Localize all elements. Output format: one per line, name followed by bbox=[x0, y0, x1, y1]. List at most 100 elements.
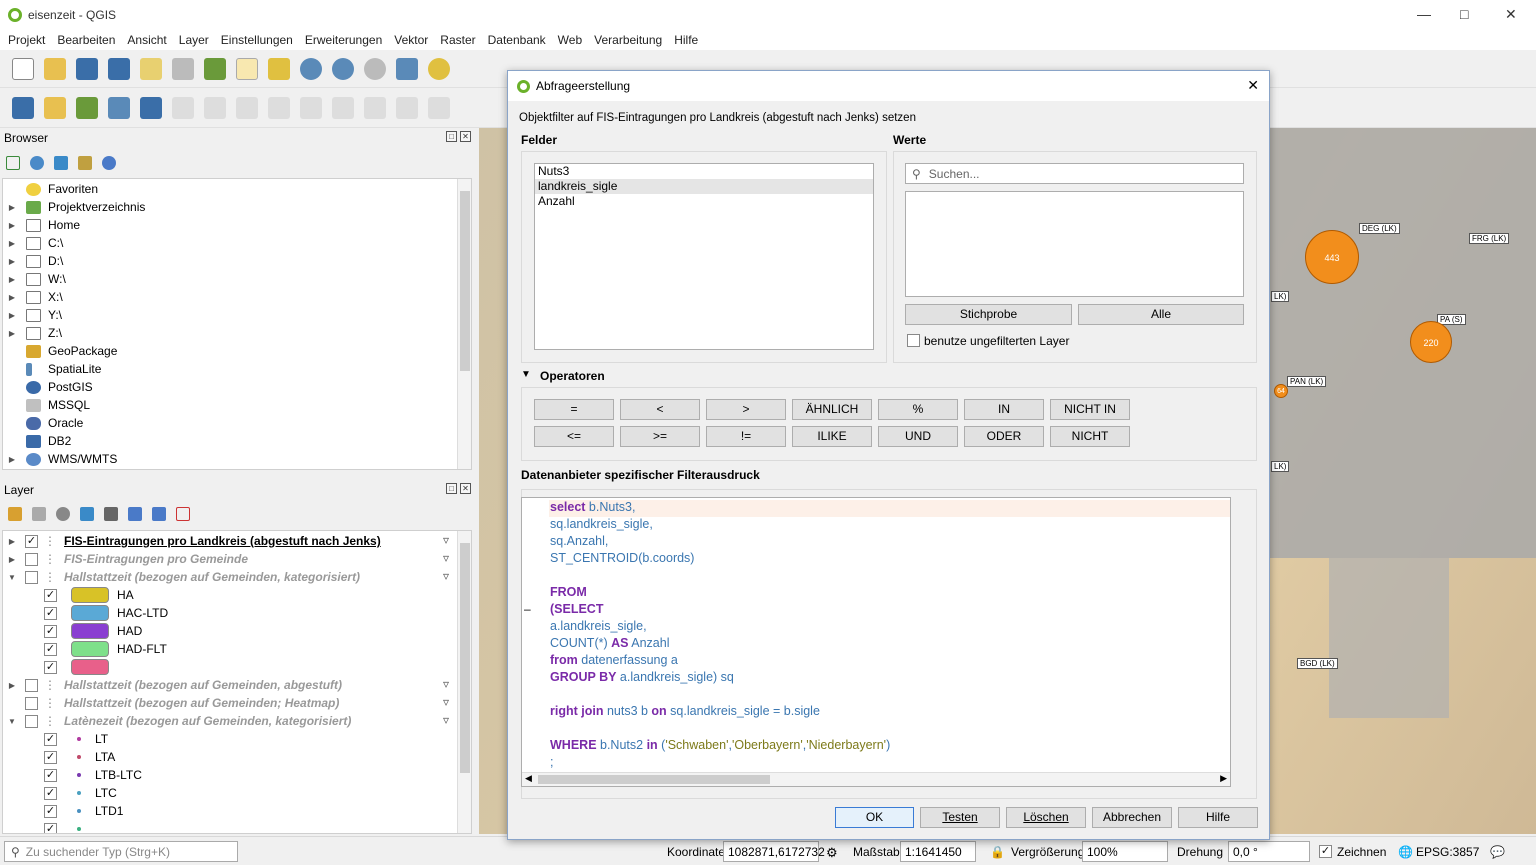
style-manager-icon[interactable] bbox=[204, 57, 226, 80]
zoom-native-icon[interactable] bbox=[364, 57, 386, 80]
ok-button[interactable]: OK bbox=[835, 807, 914, 828]
zoom-in-icon[interactable] bbox=[300, 57, 322, 80]
open-project-icon[interactable] bbox=[44, 57, 66, 80]
expand-arrow-icon[interactable]: ▶ bbox=[7, 681, 17, 690]
menu-ansicht[interactable]: Ansicht bbox=[121, 33, 172, 47]
zoom-out-icon[interactable] bbox=[332, 57, 354, 80]
close-icon[interactable]: ✕ bbox=[1505, 6, 1517, 23]
legend-checkbox[interactable]: ✓ bbox=[44, 750, 57, 764]
browser-item-projektverzeichnis[interactable]: ▶ Projektverzeichnis bbox=[3, 198, 145, 216]
expand-arrow-icon[interactable]: ▶ bbox=[7, 555, 17, 564]
save-project-icon[interactable] bbox=[76, 57, 98, 80]
layout-icon[interactable] bbox=[140, 57, 162, 80]
browser-item-z[interactable]: ▶ Z:\ bbox=[3, 324, 62, 342]
expand-arrow-icon[interactable]: ▶ bbox=[7, 537, 17, 546]
legend-checkbox[interactable]: ✓ bbox=[44, 804, 57, 818]
database-icon[interactable] bbox=[140, 96, 162, 119]
collapse-all-icon[interactable] bbox=[78, 156, 92, 170]
delete-icon[interactable] bbox=[364, 96, 386, 119]
expand-all-icon[interactable] bbox=[128, 507, 142, 521]
legend-checkbox[interactable]: ✓ bbox=[44, 606, 57, 620]
op-not-in-button[interactable]: NICHT IN bbox=[1050, 399, 1130, 420]
remove-layer-icon[interactable] bbox=[176, 507, 190, 521]
legend-item[interactable]: ✓ LTB-LTC bbox=[3, 766, 142, 784]
lock-icon[interactable]: 🔒 bbox=[990, 845, 1005, 859]
digitize-icon[interactable] bbox=[108, 96, 130, 119]
op-and-button[interactable]: UND bbox=[878, 426, 958, 447]
hscroll-thumb[interactable] bbox=[538, 775, 770, 784]
op-greater-button[interactable]: > bbox=[706, 399, 786, 420]
menu-raster[interactable]: Raster bbox=[434, 33, 481, 47]
browser-item-oracle[interactable]: Oracle bbox=[3, 414, 83, 432]
expand-arrow-icon[interactable]: ▶ bbox=[7, 455, 17, 464]
layer-checkbox[interactable] bbox=[25, 552, 38, 566]
field-item[interactable]: Nuts3 bbox=[535, 164, 873, 179]
rotation-field[interactable]: 0,0 ° bbox=[1228, 841, 1310, 862]
layer-row[interactable]: ▶ ⋮ FIS-Eintragungen pro Gemeinde bbox=[3, 550, 248, 568]
browser-item-wms[interactable]: ▶ WMS/WMTS bbox=[3, 450, 117, 468]
operators-collapse-icon[interactable]: ▼ bbox=[521, 369, 531, 380]
save-edits-icon[interactable] bbox=[236, 96, 258, 119]
expand-arrow-icon[interactable]: ▶ bbox=[7, 311, 17, 320]
new-project-icon[interactable] bbox=[12, 57, 34, 80]
op-greater-equal-button[interactable]: >= bbox=[620, 426, 700, 447]
sample-button[interactable]: Stichprobe bbox=[905, 304, 1072, 325]
menu-datenbank[interactable]: Datenbank bbox=[482, 33, 552, 47]
layer-checkbox[interactable] bbox=[25, 714, 38, 728]
locator-search[interactable]: ⚲ Zu suchender Typ (Strg+K) bbox=[4, 841, 238, 862]
browser-item-c[interactable]: ▶ C:\ bbox=[3, 234, 63, 252]
expression-filter-icon[interactable] bbox=[104, 507, 118, 521]
test-button[interactable]: Testen bbox=[920, 807, 1000, 828]
op-less-equal-button[interactable]: <= bbox=[534, 426, 614, 447]
browser-item-db2[interactable]: DB2 bbox=[3, 432, 71, 450]
maximize-icon[interactable]: □ bbox=[1460, 6, 1468, 22]
filter-icon[interactable]: ▿ bbox=[443, 569, 449, 583]
filter-icon[interactable]: ▿ bbox=[443, 551, 449, 565]
browser-item-favoriten[interactable]: Favoriten bbox=[3, 180, 98, 198]
filter-icon[interactable]: ▿ bbox=[443, 533, 449, 547]
coordinate-field[interactable]: 1082871,6172732 bbox=[723, 841, 825, 862]
menu-vektor[interactable]: Vektor bbox=[388, 33, 434, 47]
zoom-full-icon[interactable] bbox=[396, 57, 418, 80]
browser-scrollbar[interactable] bbox=[457, 179, 471, 469]
scroll-left-icon[interactable]: ◀ bbox=[525, 773, 532, 784]
vertex-tool-icon[interactable] bbox=[300, 96, 322, 119]
browser-item-postgis[interactable]: PostGIS bbox=[3, 378, 93, 396]
sql-editor[interactable]: select b.Nuts3, sq.landkreis_sigle, sq.A… bbox=[521, 497, 1231, 787]
legend-checkbox[interactable]: ✓ bbox=[44, 786, 57, 800]
op-not-equal-button[interactable]: != bbox=[706, 426, 786, 447]
browser-item-x[interactable]: ▶ X:\ bbox=[3, 288, 63, 306]
collapse-arrow-icon[interactable]: ▼ bbox=[7, 573, 17, 582]
expand-arrow-icon[interactable]: ▶ bbox=[7, 329, 17, 338]
browser-item-spatialite[interactable]: SpatiaLite bbox=[3, 360, 101, 378]
op-less-button[interactable]: < bbox=[620, 399, 700, 420]
layer-checkbox[interactable]: ✓ bbox=[25, 534, 38, 548]
info-icon[interactable] bbox=[102, 156, 116, 170]
layer-row[interactable]: ▼ ⋮ Hallstattzeit (bezogen auf Gemeinden, … bbox=[3, 568, 360, 586]
legend-item[interactable]: ✓ HAC-LTD bbox=[3, 604, 168, 622]
field-item[interactable]: Anzahl bbox=[535, 194, 873, 209]
legend-item[interactable]: ✓ HAD bbox=[3, 622, 142, 640]
unfiltered-layer-checkbox[interactable] bbox=[907, 334, 920, 347]
menu-verarbeitung[interactable]: Verarbeitung bbox=[588, 33, 668, 47]
menu-einstellungen[interactable]: Einstellungen bbox=[215, 33, 299, 47]
modify-attributes-icon[interactable] bbox=[332, 96, 354, 119]
crs-label[interactable]: EPSG:3857 bbox=[1416, 845, 1479, 859]
legend-item[interactable]: ✓ LT bbox=[3, 730, 108, 748]
cut-icon[interactable] bbox=[396, 96, 418, 119]
menu-layer[interactable]: Layer bbox=[173, 33, 215, 47]
menu-hilfe[interactable]: Hilfe bbox=[668, 33, 704, 47]
filter-icon[interactable]: ▿ bbox=[443, 713, 449, 727]
edit-pencil-icon[interactable] bbox=[172, 96, 194, 119]
legend-item[interactable]: ✓ LTC bbox=[3, 784, 117, 802]
expand-arrow-icon[interactable]: ▶ bbox=[7, 221, 17, 230]
new-vector-icon[interactable] bbox=[76, 96, 98, 119]
close-panel-icon[interactable]: ✕ bbox=[460, 131, 471, 142]
pan-icon[interactable] bbox=[236, 57, 258, 80]
messages-icon[interactable]: 💬 bbox=[1490, 845, 1505, 859]
zoom-selection-icon[interactable] bbox=[428, 57, 450, 80]
layer-checkbox[interactable] bbox=[25, 696, 38, 710]
browser-item-w[interactable]: ▶ W:\ bbox=[3, 270, 66, 288]
browser-item-home[interactable]: ▶ Home bbox=[3, 216, 80, 234]
toggle-edit-icon[interactable] bbox=[204, 96, 226, 119]
